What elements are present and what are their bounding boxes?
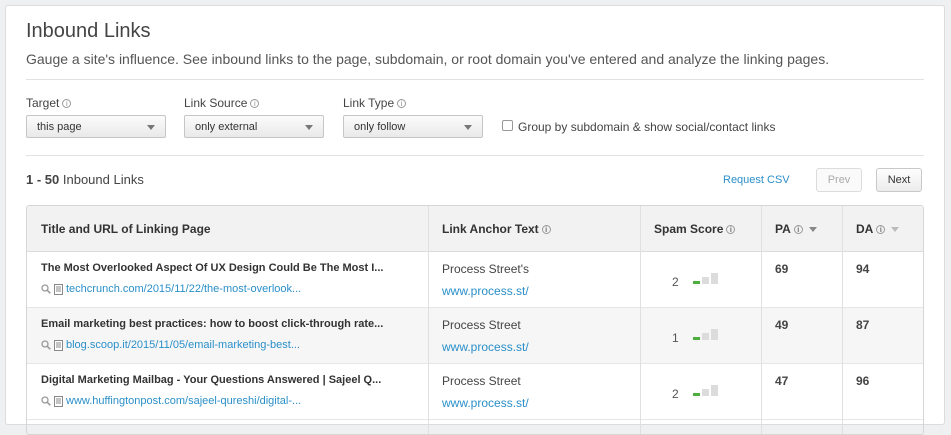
info-icon[interactable]: i: [62, 99, 72, 109]
column-divider: [428, 206, 429, 434]
target-select-value: this page: [37, 121, 82, 133]
chevron-down-icon: [147, 125, 155, 130]
search-icon[interactable]: [41, 284, 51, 294]
page-icon[interactable]: [54, 395, 63, 407]
spam-score-value: 2: [672, 275, 679, 289]
column-divider: [640, 206, 641, 434]
link-source-filter-label: Link Source i: [184, 96, 260, 110]
info-icon[interactable]: i: [250, 99, 260, 109]
request-csv-link[interactable]: Request CSV: [723, 174, 790, 186]
column-header-title-url: Title and URL of Linking Page: [41, 222, 211, 236]
anchor-text: Process Street: [442, 374, 521, 388]
spam-score-value: 1: [672, 331, 679, 345]
anchor-text: Process Street: [442, 318, 521, 332]
spam-score-bars: [693, 329, 718, 340]
column-header-pa[interactable]: PA i: [761, 206, 842, 252]
link-type-select-value: only follow: [354, 121, 406, 133]
linking-page-title[interactable]: Digital Marketing Mailbag - Your Questio…: [41, 374, 416, 386]
spam-score-value: 2: [672, 387, 679, 401]
search-icon[interactable]: [41, 340, 51, 350]
info-icon[interactable]: i: [793, 225, 803, 235]
info-icon[interactable]: i: [541, 225, 551, 235]
spam-score-bars: [693, 273, 718, 284]
divider: [26, 79, 924, 80]
table-row: The Most Overlooked Aspect Of UX Design …: [27, 252, 923, 308]
page-authority: 69: [775, 262, 789, 276]
anchor-url[interactable]: www.process.st/: [442, 284, 529, 298]
link-source-select-value: only external: [195, 121, 258, 133]
column-divider: [842, 206, 843, 434]
anchor-url[interactable]: www.process.st/: [442, 396, 529, 410]
linking-page-url[interactable]: techcrunch.com/2015/11/22/the-most-overl…: [66, 283, 301, 295]
group-by-subdomain-label: Group by subdomain & show social/contact…: [518, 120, 776, 134]
info-icon[interactable]: i: [876, 225, 886, 235]
spam-score-bars: [693, 385, 718, 396]
link-type-select[interactable]: only follow: [343, 115, 483, 138]
inbound-links-table: Title and URL of Linking Page Link Ancho…: [26, 205, 924, 435]
page-subtitle: Gauge a site's influence. See inbound li…: [26, 51, 830, 67]
linking-page-url-cell: blog.scoop.it/2015/11/05/email-marketing…: [41, 339, 431, 351]
table-row: Digital Marketing Mailbag - Your Questio…: [27, 364, 923, 420]
linking-page-url[interactable]: www.huffingtonpost.com/sajeel-qureshi/di…: [66, 395, 301, 407]
column-divider: [761, 206, 762, 434]
anchor-url[interactable]: www.process.st/: [442, 340, 529, 354]
page-icon[interactable]: [54, 283, 63, 295]
info-icon[interactable]: i: [726, 225, 736, 235]
table-row: Email marketing best practices: how to b…: [27, 308, 923, 364]
chevron-down-icon: [464, 125, 472, 130]
target-filter-label: Target i: [26, 96, 72, 110]
domain-authority: 87: [856, 318, 870, 332]
linking-page-title[interactable]: Email marketing best practices: how to b…: [41, 318, 416, 330]
column-header-anchor: Link Anchor Text i: [428, 206, 640, 252]
anchor-text: Process Street's: [442, 262, 529, 276]
link-type-filter-label: Link Type i: [343, 96, 407, 110]
table-header: Title and URL of Linking Page Link Ancho…: [27, 206, 923, 252]
search-icon[interactable]: [41, 396, 51, 406]
page-authority: 49: [775, 318, 789, 332]
divider: [26, 155, 924, 156]
chevron-down-icon: [305, 125, 313, 130]
linking-page-url-cell: techcrunch.com/2015/11/22/the-most-overl…: [41, 283, 431, 295]
page-authority: 47: [775, 374, 789, 388]
next-button[interactable]: Next: [876, 168, 922, 192]
group-by-subdomain-checkbox[interactable]: [502, 120, 513, 131]
info-icon[interactable]: i: [397, 99, 407, 109]
column-header-da[interactable]: DA i: [842, 206, 923, 252]
linking-page-title[interactable]: The Most Overlooked Aspect Of UX Design …: [41, 262, 416, 274]
domain-authority: 94: [856, 262, 870, 276]
target-select[interactable]: this page: [26, 115, 166, 138]
results-count: 1 - 50 Inbound Links: [26, 172, 144, 187]
sort-down-icon[interactable]: [808, 227, 817, 233]
link-source-select[interactable]: only external: [184, 115, 324, 138]
page-icon[interactable]: [54, 339, 63, 351]
column-header-spam-score: Spam Score i: [640, 206, 761, 252]
inbound-links-panel: Inbound Links Gauge a site's influence. …: [5, 5, 945, 435]
sort-down-icon[interactable]: [891, 227, 900, 233]
domain-authority: 96: [856, 374, 870, 388]
prev-button[interactable]: Prev: [816, 168, 862, 192]
linking-page-url[interactable]: blog.scoop.it/2015/11/05/email-marketing…: [66, 339, 300, 351]
page-title: Inbound Links: [26, 20, 151, 42]
linking-page-url-cell: www.huffingtonpost.com/sajeel-qureshi/di…: [41, 395, 431, 407]
